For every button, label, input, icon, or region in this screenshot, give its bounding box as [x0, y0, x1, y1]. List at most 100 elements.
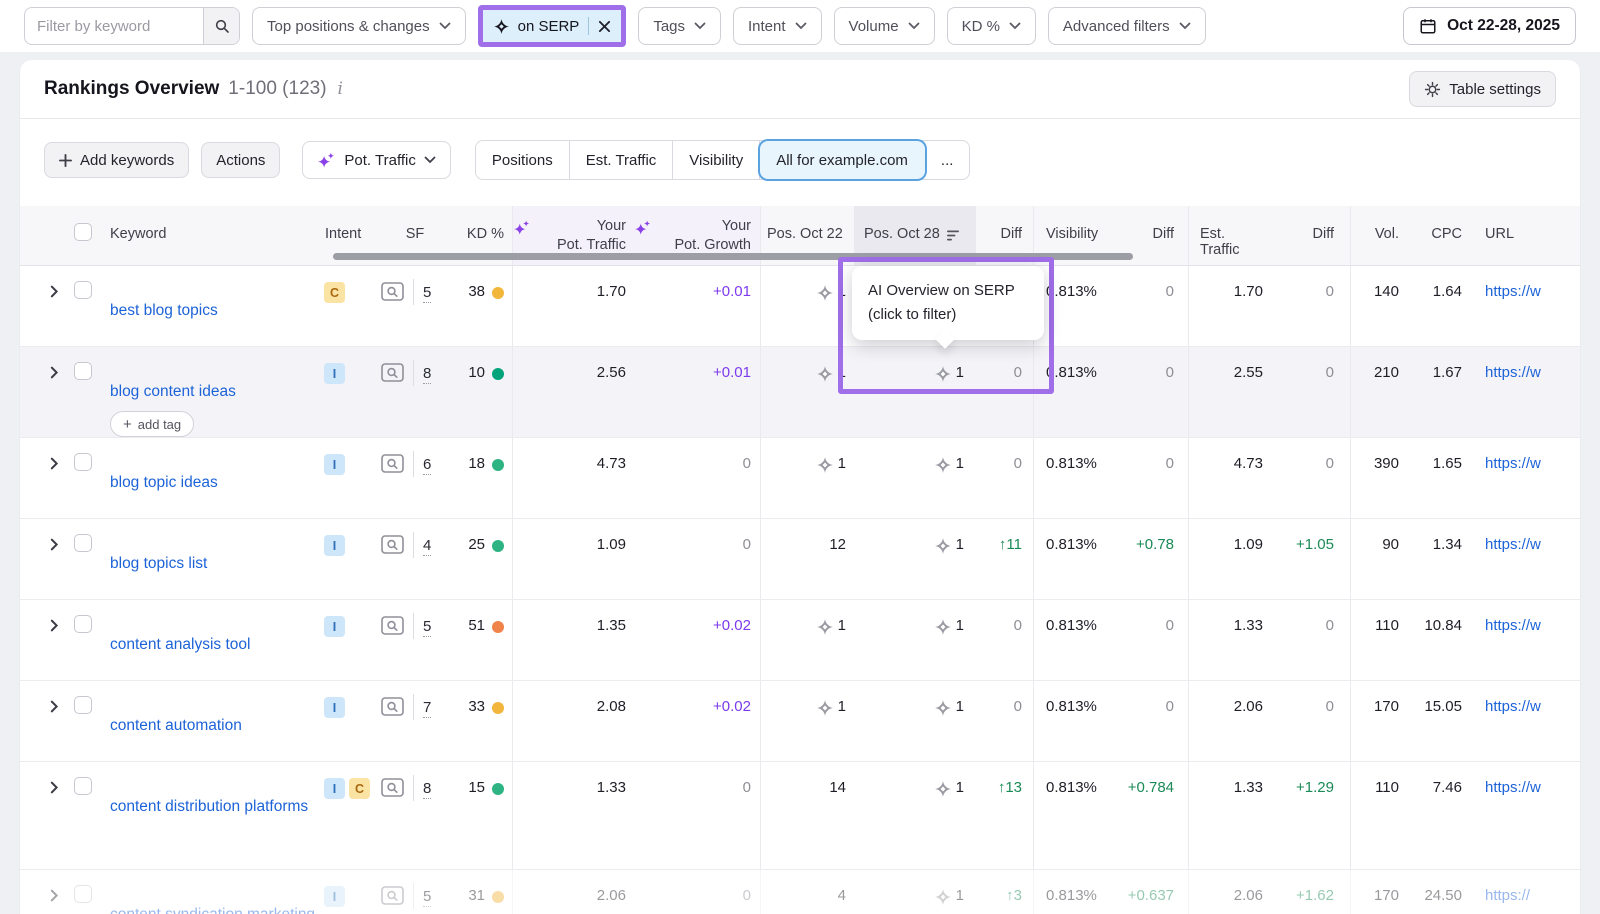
url-link[interactable]: https://w — [1485, 698, 1541, 761]
advanced-filters-dropdown[interactable]: Advanced filters — [1048, 7, 1206, 45]
row-checkbox[interactable] — [74, 885, 92, 903]
row-checkbox[interactable] — [74, 281, 92, 299]
serp-features-count[interactable]: 8 — [423, 364, 431, 384]
chevron-right-icon — [50, 619, 59, 632]
url-link[interactable]: https://w — [1485, 536, 1541, 599]
row-checkbox[interactable] — [74, 777, 92, 795]
volume-dropdown[interactable]: Volume — [834, 7, 935, 45]
pos-diff-value: 0 — [1014, 364, 1022, 437]
row-checkbox[interactable] — [74, 362, 92, 380]
ai-overview-icon[interactable] — [816, 699, 834, 717]
ai-overview-icon[interactable] — [816, 284, 834, 302]
serp-features-count[interactable]: 8 — [423, 779, 431, 799]
row-expand-chevron[interactable] — [50, 366, 59, 437]
row-expand-chevron[interactable] — [50, 781, 59, 869]
ai-overview-icon[interactable] — [934, 780, 952, 798]
keyword-link[interactable]: blog topics list — [108, 553, 207, 574]
pot-traffic-dropdown[interactable]: Pot. Traffic — [302, 141, 450, 179]
pos-oct22-value: 1 — [816, 283, 846, 346]
visibility-diff-value: +0.637 — [1128, 887, 1174, 914]
close-icon[interactable] — [598, 20, 611, 33]
ai-overview-icon[interactable] — [816, 365, 834, 383]
keyword-filter-input[interactable] — [25, 18, 203, 35]
url-link[interactable]: https://w — [1485, 779, 1541, 869]
url-link[interactable]: https://w — [1485, 364, 1541, 437]
row-checkbox[interactable] — [74, 696, 92, 714]
date-range-button[interactable]: Oct 22-28, 2025 — [1403, 7, 1576, 45]
table-settings-label: Table settings — [1449, 81, 1541, 98]
ai-overview-icon[interactable] — [934, 365, 952, 383]
tab-positions[interactable]: Positions — [476, 141, 570, 179]
row-expand-chevron[interactable] — [50, 285, 59, 346]
ai-overview-icon[interactable] — [934, 456, 952, 474]
top-positions-dropdown[interactable]: Top positions & changes — [252, 7, 466, 45]
serp-features-count[interactable]: 5 — [423, 887, 431, 907]
ai-overview-icon[interactable] — [816, 618, 834, 636]
kd-value: 51 — [468, 617, 485, 680]
serp-features-count[interactable]: 5 — [423, 283, 431, 303]
serp-features-count[interactable]: 4 — [423, 536, 431, 556]
tab-more[interactable]: ... — [925, 141, 970, 179]
est-traffic-value: 1.33 — [1234, 617, 1263, 680]
select-all-checkbox[interactable] — [74, 223, 92, 241]
ai-overview-icon[interactable] — [934, 699, 952, 717]
intent-dropdown[interactable]: Intent — [733, 7, 822, 45]
header-est-diff[interactable]: Diff — [1283, 206, 1350, 265]
header-keyword[interactable]: Keyword — [108, 206, 320, 265]
row-expand-chevron[interactable] — [50, 700, 59, 761]
row-expand-chevron[interactable] — [50, 538, 59, 599]
table-settings-button[interactable]: Table settings — [1409, 71, 1556, 107]
row-checkbox[interactable] — [74, 453, 92, 471]
volume-value: 170 — [1374, 887, 1399, 914]
serp-features-icon[interactable] — [381, 778, 404, 797]
header-est-traffic[interactable]: Est. Traffic — [1188, 206, 1283, 265]
info-icon[interactable]: i — [338, 79, 343, 99]
row-expand-chevron[interactable] — [50, 457, 59, 518]
keyword-link[interactable]: content distribution platforms — [108, 796, 308, 817]
url-link[interactable]: https://w — [1485, 617, 1541, 680]
pot-growth-value: +0.02 — [713, 617, 751, 680]
row-checkbox[interactable] — [74, 615, 92, 633]
tab-visibility[interactable]: Visibility — [673, 141, 760, 179]
tags-dropdown[interactable]: Tags — [638, 7, 721, 45]
ai-overview-icon[interactable] — [934, 537, 952, 555]
serp-features-icon[interactable] — [381, 454, 404, 473]
pot-growth-value: +0.01 — [713, 364, 751, 437]
tab-est-traffic[interactable]: Est. Traffic — [570, 141, 674, 179]
serp-features-count[interactable]: 7 — [423, 698, 431, 718]
ai-overview-icon[interactable] — [934, 618, 952, 636]
add-tag-button[interactable]: +add tag — [110, 411, 194, 437]
header-cpc[interactable]: CPC — [1407, 206, 1465, 265]
search-icon[interactable] — [203, 7, 239, 45]
keyword-link[interactable]: best blog topics — [108, 300, 218, 321]
header-volume[interactable]: Vol. — [1350, 206, 1407, 265]
row-expand-chevron[interactable] — [50, 619, 59, 680]
serp-features-icon[interactable] — [381, 282, 404, 301]
keyword-link[interactable]: content analysis tool — [108, 634, 250, 655]
header-url[interactable]: URL — [1465, 206, 1580, 265]
serp-features-icon[interactable] — [381, 535, 404, 554]
url-link[interactable]: https://w — [1485, 455, 1541, 518]
row-expand-chevron[interactable] — [50, 889, 59, 914]
on-serp-filter-chip[interactable]: on SERP — [483, 10, 622, 42]
keyword-link[interactable]: content automation — [108, 715, 242, 736]
serp-features-icon[interactable] — [381, 363, 404, 382]
keyword-link[interactable]: blog topic ideas — [108, 472, 218, 493]
tab-all-for-example-com[interactable]: All for example.com — [760, 141, 925, 179]
kd-dropdown[interactable]: KD % — [947, 7, 1036, 45]
table-horizontal-scrollbar[interactable] — [333, 253, 1133, 260]
ai-overview-icon[interactable] — [816, 456, 834, 474]
add-keywords-button[interactable]: Add keywords — [44, 142, 189, 178]
row-checkbox[interactable] — [74, 534, 92, 552]
serp-features-icon[interactable] — [381, 886, 404, 905]
serp-features-icon[interactable] — [381, 697, 404, 716]
url-link[interactable]: https:// — [1485, 887, 1530, 914]
actions-button[interactable]: Actions — [201, 142, 280, 178]
keyword-link[interactable]: content syndication marketing — [108, 904, 315, 914]
serp-features-icon[interactable] — [381, 616, 404, 635]
keyword-link[interactable]: blog content ideas — [108, 381, 236, 402]
serp-features-count[interactable]: 6 — [423, 455, 431, 475]
url-link[interactable]: https://w — [1485, 283, 1541, 346]
ai-overview-icon[interactable] — [934, 888, 952, 906]
serp-features-count[interactable]: 5 — [423, 617, 431, 637]
